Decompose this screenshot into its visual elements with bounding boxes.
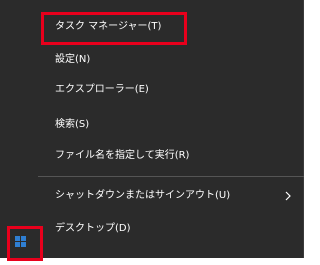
menu-item-explorer[interactable]: エクスプローラー(E) bbox=[55, 80, 149, 100]
menu-item-shutdown-signout[interactable]: シャットダウンまたはサインアウト(U) bbox=[55, 186, 230, 206]
winx-context-menu: タスク マネージャー(T) 設定(N) エクスプローラー(E) 検索(S) ファ… bbox=[0, 0, 304, 261]
menu-item-run[interactable]: ファイル名を指定して実行(R) bbox=[55, 146, 189, 166]
menu-item-settings[interactable]: 設定(N) bbox=[55, 50, 90, 70]
chevron-right-icon bbox=[285, 191, 291, 201]
menu-item-desktop[interactable]: デスクトップ(D) bbox=[55, 219, 131, 239]
screen: タスク マネージャー(T) 設定(N) エクスプローラー(E) 検索(S) ファ… bbox=[0, 0, 314, 265]
highlight-box-task-manager bbox=[41, 12, 187, 45]
menu-divider bbox=[38, 176, 304, 177]
windows-logo-icon[interactable] bbox=[15, 236, 26, 247]
menu-item-search[interactable]: 検索(S) bbox=[55, 115, 89, 135]
